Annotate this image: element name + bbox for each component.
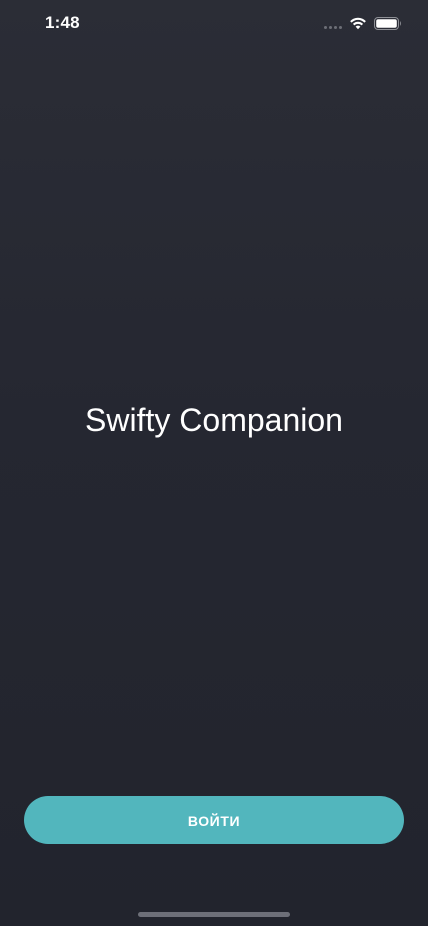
battery-icon bbox=[374, 17, 401, 30]
status-time: 1:48 bbox=[45, 13, 80, 32]
status-bar: 1:48 bbox=[0, 0, 428, 48]
wifi-icon bbox=[350, 17, 366, 30]
app-screen: 1:48 Swifty Companion ВОЙТИ bbox=[0, 0, 428, 926]
app-title: Swifty Companion bbox=[85, 402, 343, 438]
home-indicator[interactable] bbox=[138, 912, 290, 917]
login-button[interactable]: ВОЙТИ bbox=[24, 796, 404, 844]
signal-dots-icon bbox=[324, 26, 344, 30]
